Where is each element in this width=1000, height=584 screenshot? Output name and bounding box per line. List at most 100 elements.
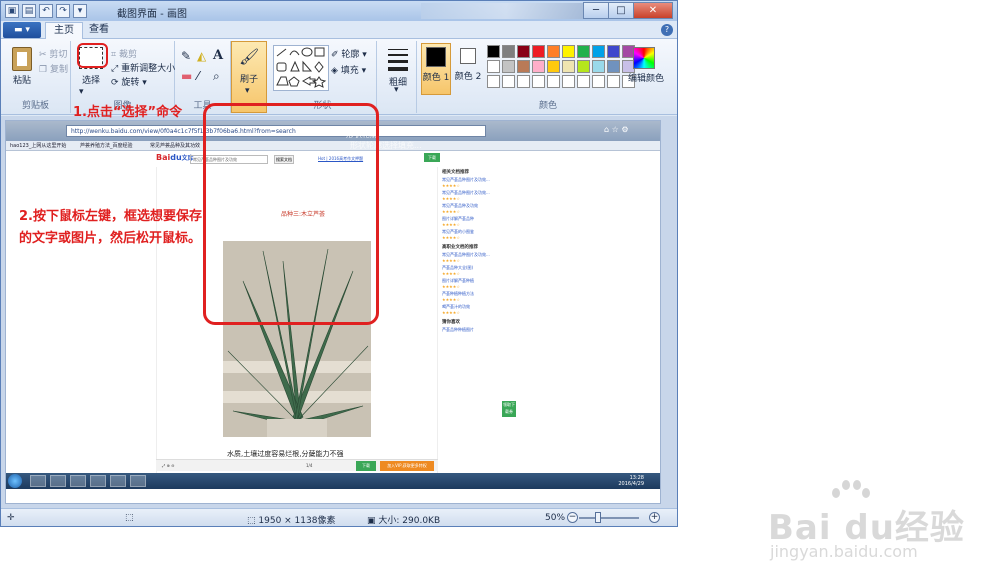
paste-icon[interactable] [12, 47, 32, 71]
color1-label: 颜色 1 [422, 73, 450, 83]
palette-swatch[interactable] [502, 60, 515, 73]
magnifier-icon[interactable]: ⌕ [213, 69, 220, 84]
taskbar-clock: 13:28 2016/4/29 [618, 475, 644, 487]
clipboard-group: 粘贴 ✂ 剪切 ❐ 复制 剪贴板 [1, 41, 71, 113]
sidebar-list-item: 芦荟品种种植图片 [442, 327, 474, 332]
rotate-icon: ⟳ [111, 78, 119, 88]
palette-swatch-empty[interactable] [577, 75, 590, 88]
palette-swatch-empty[interactable] [517, 75, 530, 88]
taskbar-app-3 [70, 475, 86, 487]
palette-swatch-empty[interactable] [547, 75, 560, 88]
title-bar: ▣ ▤ ↶ ↷ ▾ 截图界面 - 画图 ─ □ ✕ [1, 1, 677, 21]
ribbon-tabs: ▬ ▾ 主页 查看 ? [1, 21, 677, 39]
size-button[interactable]: 粗细 ▾ [379, 41, 417, 113]
document-bottom-bar: ⤢ ⊕ ⊖ 1/4 下载 加入VIP,获取更多特权 [156, 459, 438, 471]
save-icon[interactable]: ▤ [22, 4, 36, 18]
palette-swatch[interactable] [592, 60, 605, 73]
palette-swatch[interactable] [547, 45, 560, 58]
browser-tab-2: 芦荟养殖方法_百度经验 [80, 143, 133, 149]
annotation-step1: 1.点击“选择”命令 [73, 105, 183, 120]
sidebar-list-item: 喝芦荟汁的功效 ★★★★☆ [442, 304, 520, 315]
sidebar-list-item: 图片详解芦荟品种 ★★★★☆ [442, 216, 520, 227]
select-highlight-box [77, 43, 108, 68]
color-picker-icon[interactable]: ⁄ [197, 69, 199, 83]
fill-bucket-icon[interactable]: ◭ [197, 49, 206, 63]
tab-view[interactable]: 查看 [81, 22, 117, 39]
maximize-button[interactable]: □ [608, 2, 634, 19]
edit-colors-button[interactable]: 编辑颜色 [625, 71, 667, 84]
palette-swatch[interactable] [532, 45, 545, 58]
select-dropdown-icon[interactable]: ▾ [79, 87, 84, 97]
taskbar-app-1 [30, 475, 46, 487]
palette-swatch[interactable] [607, 60, 620, 73]
palette-swatch-empty[interactable] [562, 75, 575, 88]
disk-icon: ▣ [367, 516, 376, 526]
file-menu-button[interactable]: ▬ ▾ [3, 22, 41, 38]
palette-swatch[interactable] [502, 45, 515, 58]
palette-swatch-empty[interactable] [502, 75, 515, 88]
palette-swatch[interactable] [577, 45, 590, 58]
crop-button[interactable]: ⌗ 裁剪 [111, 47, 137, 60]
palette-swatch[interactable] [532, 60, 545, 73]
cursor-position-icon: ✛ [7, 513, 15, 523]
shape-fill-button[interactable]: ◈ 填充 ▾ [331, 63, 366, 76]
palette-swatch[interactable] [487, 60, 500, 73]
palette-swatch[interactable] [592, 45, 605, 58]
window-title: 截图界面 - 画图 [117, 9, 187, 20]
pencil-icon[interactable]: ✎ [181, 49, 191, 63]
palette-swatch[interactable] [562, 60, 575, 73]
paste-button[interactable]: 粘贴 [9, 73, 35, 86]
undo-icon[interactable]: ↶ [39, 4, 53, 18]
copy-button[interactable]: ❐ 复制 [39, 62, 68, 75]
floating-coupon-button: 领取下载券 [502, 401, 516, 417]
cut-button[interactable]: ✂ 剪切 [39, 47, 67, 60]
zoom-in-button[interactable]: + [649, 512, 660, 523]
browser-home-icon: ⌂ ☆ ⚙ [604, 125, 629, 134]
palette-swatch-empty[interactable] [487, 75, 500, 88]
palette-swatch[interactable] [577, 60, 590, 73]
zoom-slider-track[interactable] [579, 517, 639, 519]
paint-app-icon[interactable]: ▣ [5, 4, 19, 18]
shape-outline-button[interactable]: ✐ 轮廓 ▾ [331, 47, 367, 60]
eraser-icon[interactable]: ▬ [181, 69, 192, 83]
edit-colors-icon[interactable] [633, 47, 655, 69]
resize-button[interactable]: ⤢ 重新调整大小 [111, 61, 175, 74]
palette-swatch[interactable] [517, 60, 530, 73]
palette-swatch-empty[interactable] [592, 75, 605, 88]
palette-swatch[interactable] [562, 45, 575, 58]
sidebar-list-item: 常见芦荟的小图鉴 ★★★★☆ [442, 229, 520, 240]
palette-swatch[interactable] [607, 45, 620, 58]
zoom-out-button[interactable]: − [567, 512, 578, 523]
bottom-download-button: 下载 [356, 461, 376, 471]
sidebar-list-item: 常见芦荟品种及功效 ★★★★☆ [442, 203, 520, 214]
text-tool-icon[interactable]: A [213, 48, 223, 63]
color2-button[interactable]: 颜色 2 [453, 43, 483, 95]
shapes-gallery[interactable] [273, 45, 329, 91]
colors-group: 颜色 1 颜色 2 编辑颜色 颜色 [419, 41, 677, 113]
palette-swatch[interactable] [547, 60, 560, 73]
bottom-vip-button: 加入VIP,获取更多特权 [380, 461, 434, 471]
tab-home[interactable]: 主页 [45, 22, 83, 39]
palette-swatch[interactable] [517, 45, 530, 58]
selection-highlight-box [203, 103, 379, 325]
rotate-button[interactable]: ⟳ 旋转 ▾ [111, 75, 147, 88]
palette-swatch-empty[interactable] [532, 75, 545, 88]
image-size-text: ⬚ 1950 × 1138像素 [247, 516, 336, 526]
select-button[interactable]: 选择 [77, 73, 105, 86]
qat-dropdown-icon[interactable]: ▾ [73, 4, 87, 18]
sidebar-section2-title: 高职业文档的推荐 [442, 245, 478, 250]
browser-tab-1: hao123_上网从这里开始 [10, 143, 67, 149]
help-icon[interactable]: ? [661, 24, 673, 36]
zoom-slider-thumb[interactable] [595, 512, 601, 523]
blurred-background [421, 3, 591, 19]
brushes-dropdown-icon: ▾ [245, 86, 250, 96]
close-button[interactable]: ✕ [633, 2, 673, 19]
palette-swatch-empty[interactable] [607, 75, 620, 88]
palette-swatch[interactable] [487, 45, 500, 58]
redo-icon[interactable]: ↷ [56, 4, 70, 18]
paint-window: ▣ ▤ ↶ ↷ ▾ 截图界面 - 画图 ─ □ ✕ ▬ ▾ 主页 查看 ? 粘贴… [0, 0, 678, 527]
color1-button[interactable]: 颜色 1 [421, 43, 451, 95]
minimize-button[interactable]: ─ [583, 2, 609, 19]
quick-access-toolbar: ▣ ▤ ↶ ↷ ▾ [5, 4, 87, 18]
taskbar-app-4 [90, 475, 106, 487]
